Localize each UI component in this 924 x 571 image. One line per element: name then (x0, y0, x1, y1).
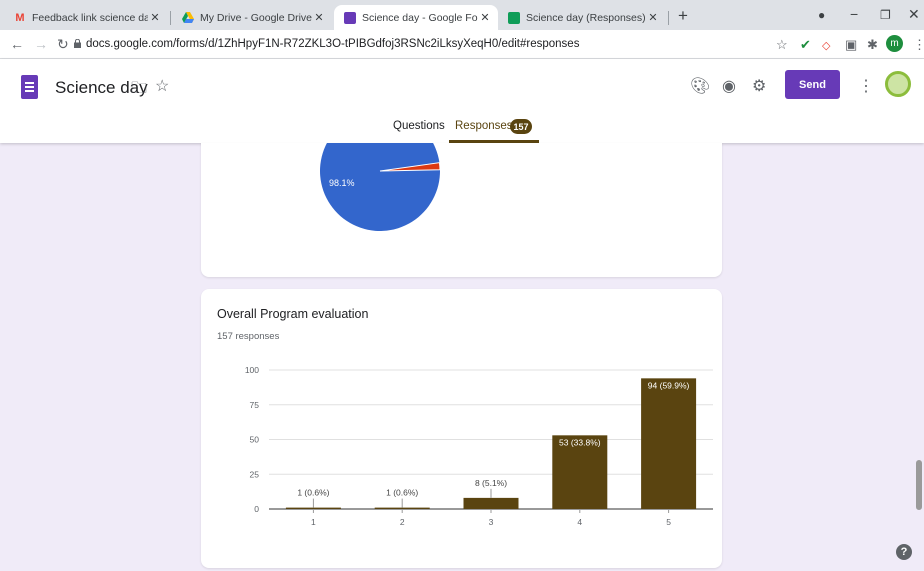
question-card: Overall Program evaluation 157 responses… (201, 289, 722, 568)
forms-icon (344, 11, 356, 24)
y-tick-label: 100 (245, 365, 259, 375)
lock-icon (74, 39, 81, 48)
browser-tab-gmail[interactable]: M Feedback link science day 2021 - ✕ (4, 5, 168, 30)
checkmark-extension-icon[interactable]: ✔ (800, 37, 811, 53)
y-tick-label: 0 (254, 504, 259, 514)
extension-icon[interactable]: ▣ (845, 37, 857, 53)
close-window-icon[interactable]: ✕ (908, 6, 920, 23)
back-arrow-icon[interactable]: ← (10, 36, 24, 52)
x-tick-label: 2 (400, 517, 405, 527)
forms-logo-icon[interactable] (21, 75, 38, 99)
x-tick-label: 3 (489, 517, 494, 527)
data-label: 94 (59.9%) (648, 380, 690, 390)
bar-chart: 0 25 50 75 100 1 1 (0.6%) 2 1 (0.6%) 3 8 (5.1%) 4 53… (245, 365, 713, 527)
browser-tab-forms[interactable]: Science day - Google Forms ✕ (334, 5, 498, 30)
profile-avatar[interactable]: m (886, 35, 903, 52)
pie-chart-card: 98.1% (201, 110, 722, 277)
help-icon[interactable]: ? (896, 544, 912, 560)
close-icon[interactable]: ✕ (148, 11, 162, 24)
minimize-icon[interactable]: − (850, 6, 858, 22)
url-text[interactable]: docs.google.com/forms/d/1ZhHpyF1N-R72ZKL… (86, 38, 579, 50)
drive-icon (182, 12, 194, 24)
y-tick-label: 75 (250, 400, 260, 410)
x-tick-label: 5 (666, 517, 671, 527)
more-vert-icon[interactable]: ⋮ (858, 76, 874, 96)
bar (463, 497, 519, 509)
browser-tab-title: My Drive - Google Drive (200, 11, 312, 24)
data-label: 53 (33.8%) (559, 437, 601, 447)
close-icon[interactable]: ✕ (312, 11, 326, 24)
responses-count-badge: 157 (510, 119, 532, 134)
account-avatar[interactable] (885, 71, 911, 97)
close-icon[interactable]: ✕ (646, 11, 660, 24)
bookmark-star-icon[interactable]: ☆ (776, 37, 788, 53)
send-button[interactable]: Send (785, 70, 840, 99)
browser-tab-title: Feedback link science day 2021 - (32, 11, 148, 24)
bar (641, 378, 697, 509)
new-tab-plus-icon[interactable]: + (678, 6, 688, 26)
browser-tab-sheets[interactable]: Science day (Responses) - Googl ✕ (498, 5, 666, 30)
y-tick-label: 50 (250, 435, 260, 445)
preview-eye-icon[interactable]: ◉ (722, 76, 736, 96)
bar (285, 507, 341, 509)
close-icon[interactable]: ✕ (478, 11, 492, 24)
puzzle-icon[interactable]: ✱ (867, 37, 878, 53)
reload-icon[interactable]: ↻ (57, 36, 69, 53)
menu-dots-icon[interactable]: ⋮ (913, 37, 924, 53)
extension-icon[interactable]: ◇ (822, 39, 830, 52)
star-icon[interactable]: ☆ (155, 76, 169, 96)
pie-percent-label: 98.1% (329, 178, 355, 188)
folder-icon[interactable]: 🗀 (131, 77, 147, 104)
data-label: 1 (0.6%) (297, 488, 329, 498)
scrollbar-thumb[interactable] (916, 460, 922, 510)
forms-header: Science day 🗀 ☆ 🎨︎ ◉ ⚙ Send ⋮ Questions … (0, 59, 924, 143)
pie-chart: 98.1% (320, 110, 441, 231)
browser-tab-title: Science day (Responses) - Googl (526, 11, 646, 24)
bar (374, 507, 430, 509)
data-label: 8 (5.1%) (475, 478, 507, 488)
palette-icon[interactable]: 🎨︎ (690, 76, 710, 96)
restore-icon[interactable]: ❐ (880, 8, 891, 22)
settings-gear-icon[interactable]: ⚙ (752, 76, 766, 96)
y-tick-label: 25 (250, 469, 260, 479)
browser-tab-title: Science day - Google Forms (362, 11, 478, 24)
data-label: 1 (0.6%) (386, 488, 418, 498)
browser-tab-drive[interactable]: My Drive - Google Drive ✕ (172, 5, 332, 30)
x-tick-label: 1 (311, 517, 316, 527)
tab-responses[interactable]: Responses (455, 120, 513, 132)
tab-separator (170, 11, 171, 25)
address-bar: ← → ↻ docs.google.com/forms/d/1ZhHpyF1N-… (0, 30, 924, 59)
browser-tab-strip: M Feedback link science day 2021 - ✕ My … (0, 0, 924, 30)
sheets-icon (508, 11, 520, 24)
gmail-icon: M (15, 11, 25, 24)
x-tick-label: 4 (577, 517, 582, 527)
tab-questions[interactable]: Questions (393, 120, 445, 132)
media-control-icon[interactable]: ● (818, 8, 825, 22)
tab-separator (668, 11, 669, 25)
forward-arrow-icon[interactable]: → (34, 36, 48, 52)
